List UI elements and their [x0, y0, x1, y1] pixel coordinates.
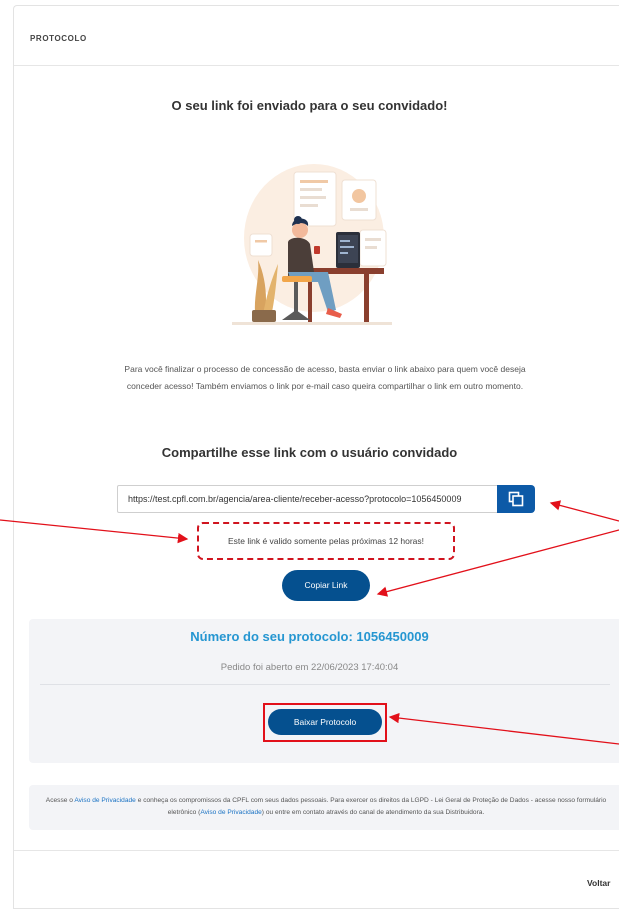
privacy-text-part: ) ou entre em contato através do canal d… [261, 809, 485, 816]
copy-icon [508, 491, 524, 507]
card-header: PROTOCOLO [14, 6, 619, 66]
link-validity-notice: Este link é valido somente pelas próxima… [197, 522, 455, 560]
footer-divider [14, 850, 619, 851]
privacy-form-link[interactable]: Aviso de Privacidade [200, 809, 261, 816]
divider [40, 684, 610, 685]
success-headline: O seu link foi enviado para o seu convid… [171, 98, 448, 113]
back-button[interactable]: Voltar [587, 878, 610, 888]
instructions-text: Para você finalizar o processo de conces… [124, 364, 526, 391]
protocol-number: Número do seu protocolo: 1056450009 [190, 629, 429, 644]
privacy-text-part: Acesse o [45, 797, 75, 804]
copy-link-button[interactable]: Copiar Link [282, 570, 370, 601]
share-link-field[interactable]: https://test.cpfl.com.br/agencia/area-cl… [117, 485, 505, 513]
copy-link-icon-button[interactable] [497, 485, 535, 513]
woman-at-desk-illustration [232, 164, 392, 325]
download-protocol-button[interactable]: Baixar Protocolo [268, 709, 382, 735]
privacy-notice: Acesse o Aviso de Privacidade e conheça … [33, 795, 619, 819]
privacy-notice-link[interactable]: Aviso de Privacidade [74, 797, 135, 804]
share-title: Compartilhe esse link com o usuário conv… [161, 445, 458, 460]
protocol-opened-date: Pedido foi aberto em 22/06/2023 17:40:04 [220, 662, 399, 673]
card-title: PROTOCOLO [30, 34, 87, 43]
